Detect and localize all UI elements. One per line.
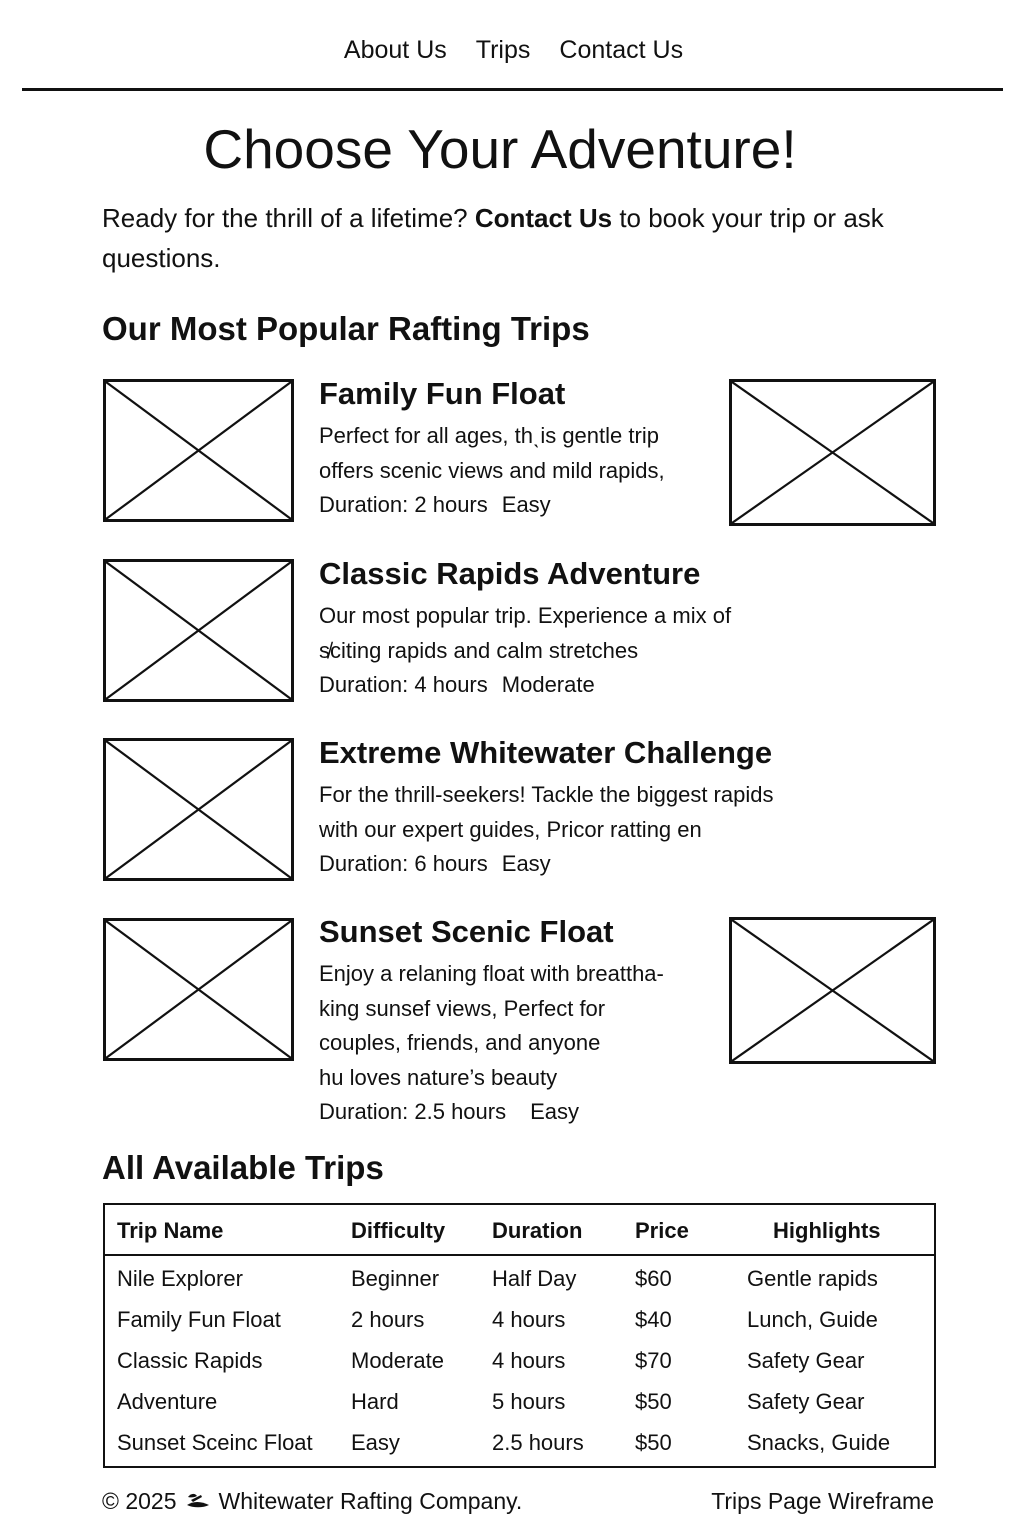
trip-title[interactable]: Classic Rapids Adventure xyxy=(319,555,819,593)
cell-price: $50 xyxy=(635,1430,672,1455)
trip-title[interactable]: Extreme Whitewater Challenge xyxy=(319,734,819,772)
nav-trips-link[interactable]: Trips xyxy=(476,30,531,70)
page-title: Choose Your Adventure! xyxy=(203,118,797,180)
table-header-row: Trip Name Difficulty Duration Price High… xyxy=(105,1205,934,1256)
trip-title[interactable]: Family Fun Float xyxy=(319,375,819,413)
trip-description-line: king sunsef views, Perfect for xyxy=(319,995,606,1021)
top-nav: About Us Trips Contact Us xyxy=(0,30,1024,70)
cell-duration: Half Day xyxy=(492,1266,577,1291)
column-header-price: Price xyxy=(635,1218,689,1243)
trips-table: Trip Name Difficulty Duration Price High… xyxy=(103,1203,936,1468)
trip-meta: Duration: 4 hours Moderate xyxy=(319,668,819,703)
cell-trip-name: Nile Explorer xyxy=(117,1266,243,1291)
trip-description-line: Our most popular trip. Experience a mix … xyxy=(319,603,732,628)
trip-difficulty: Easy xyxy=(501,492,551,517)
trip-description: Our most popular trip. Experience a mix … xyxy=(319,593,819,668)
cell-difficulty: Moderate xyxy=(351,1348,444,1373)
trip-description: Enjoy a relaning float with breattha- ki… xyxy=(319,951,819,1095)
trip-description-line: s̸citing rapids and calm stretches xyxy=(319,637,639,663)
trip-difficulty: Moderate xyxy=(501,672,595,697)
cell-price: $70 xyxy=(635,1348,672,1373)
trip-difficulty: Easy xyxy=(501,851,551,876)
trip-card-extreme-whitewater-challenge: Extreme Whitewater Challenge For the thr… xyxy=(319,734,819,882)
trip-duration: Duration: 2 hours xyxy=(319,492,488,517)
trip-duration: Duration: 4 hours xyxy=(319,672,488,697)
cell-highlights: Lunch, Guide xyxy=(747,1307,878,1332)
trip-meta: Duration: 6 hours Easy xyxy=(319,847,819,882)
trip-image-placeholder xyxy=(103,559,294,702)
column-header-duration: Duration xyxy=(492,1218,583,1243)
copyright-text: © 2025 xyxy=(102,1488,177,1514)
cell-duration: 4 hours xyxy=(492,1348,566,1373)
cell-highlights: Safety Gear xyxy=(747,1389,865,1414)
cell-highlights: Safety Gear xyxy=(747,1348,865,1373)
trip-card-family-fun-float: Family Fun Float Perfect for all ages, t… xyxy=(319,375,819,523)
trip-card-sunset-scenic-float: Sunset Scenic Float Enjoy a relaning flo… xyxy=(319,913,819,1130)
column-header-highlights: Highlights xyxy=(773,1218,881,1243)
trip-description-line: offers scenic views and mild rapids, xyxy=(319,457,665,483)
trip-description-line: hu loves nature’s beauty xyxy=(319,1064,558,1090)
trip-meta: Duration: 2.5 hours Easy xyxy=(319,1095,819,1130)
trip-duration: Duration: 6 hours xyxy=(319,851,488,876)
table-row: Family Fun Float 2 hours 4 hours $40 Lun… xyxy=(105,1307,934,1348)
cell-difficulty: Hard xyxy=(351,1389,399,1414)
intro-contact-link[interactable]: Contact Us xyxy=(475,203,612,233)
nav-divider xyxy=(22,88,1003,91)
cell-duration: 4 hours xyxy=(492,1307,566,1332)
intro-text-start: Ready for the thrill of a lifetime? xyxy=(102,203,475,233)
trip-card-classic-rapids-adventure: Classic Rapids Adventure Our most popula… xyxy=(319,555,819,703)
trip-image-placeholder xyxy=(103,738,294,881)
trip-description-line: couples, friends, and anyone xyxy=(319,1030,601,1055)
trip-meta: Duration: 2 hours Easy xyxy=(319,488,819,523)
column-header-trip-name: Trip Name xyxy=(117,1218,224,1243)
cell-difficulty: Easy xyxy=(351,1430,400,1455)
trip-description-line: with our expert guides, Pricor ratting e… xyxy=(319,816,702,842)
intro-text: Ready for the thrill of a lifetime? Cont… xyxy=(102,198,922,278)
trip-description-line: For the thrill-seekers! Tackle the bigge… xyxy=(319,782,774,807)
cell-duration: 2.5 hours xyxy=(492,1430,584,1455)
trip-duration: Duration: 2.5 hours xyxy=(319,1099,507,1124)
cell-trip-name: Sunset Sceinc Float xyxy=(117,1430,313,1455)
cell-difficulty: Beginner xyxy=(351,1266,440,1291)
trip-difficulty: Easy xyxy=(530,1099,580,1124)
raft-icon xyxy=(185,1491,211,1511)
cell-difficulty: 2 hours xyxy=(351,1307,425,1332)
column-header-difficulty: Difficulty xyxy=(351,1218,446,1243)
popular-trips-heading: Our Most Popular Rafting Trips xyxy=(102,310,590,347)
cell-trip-name: Family Fun Float xyxy=(117,1307,281,1332)
footer-copyright: © 2025 Whitewater Rafting Company. xyxy=(102,1486,522,1516)
cell-price: $50 xyxy=(635,1389,672,1414)
table-row: Classic Rapids Moderate 4 hours $70 Safe… xyxy=(105,1348,934,1389)
trip-image-placeholder xyxy=(103,379,294,522)
table-row: Nile Explorer Beginner Half Day $60 Gent… xyxy=(105,1266,934,1307)
trip-description: For the thrill-seekers! Tackle the bigge… xyxy=(319,772,819,847)
company-name: Whitewater Rafting Company. xyxy=(218,1488,523,1514)
cell-highlights: Snacks, Guide xyxy=(747,1430,891,1455)
trip-description: Perfect for all ages, thˎis gentle trip … xyxy=(319,413,819,488)
nav-contact-us-link[interactable]: Contact Us xyxy=(559,30,683,70)
cell-trip-name: Classic Rapids xyxy=(117,1348,263,1373)
footer-page-label: Trips Page Wireframe xyxy=(711,1488,934,1514)
table-row: Adventure Hard 5 hours $50 Safety Gear xyxy=(105,1389,934,1430)
trip-title[interactable]: Sunset Scenic Float xyxy=(319,913,819,951)
trip-description-line: Enjoy a relaning float with breattha- xyxy=(319,961,664,986)
cell-price: $40 xyxy=(635,1307,672,1332)
cell-highlights: Gentle rapids xyxy=(747,1266,878,1291)
cell-duration: 5 hours xyxy=(492,1389,566,1414)
cell-price: $60 xyxy=(635,1266,672,1291)
cell-trip-name: Adventure xyxy=(117,1389,218,1414)
trip-image-placeholder xyxy=(103,918,294,1061)
table-row: Sunset Sceinc Float Easy 2.5 hours $50 S… xyxy=(105,1430,934,1471)
trip-description-line: Perfect for all ages, thˎis gentle trip xyxy=(319,423,659,448)
nav-about-us-link[interactable]: About Us xyxy=(344,30,447,70)
all-trips-heading: All Available Trips xyxy=(102,1149,384,1186)
